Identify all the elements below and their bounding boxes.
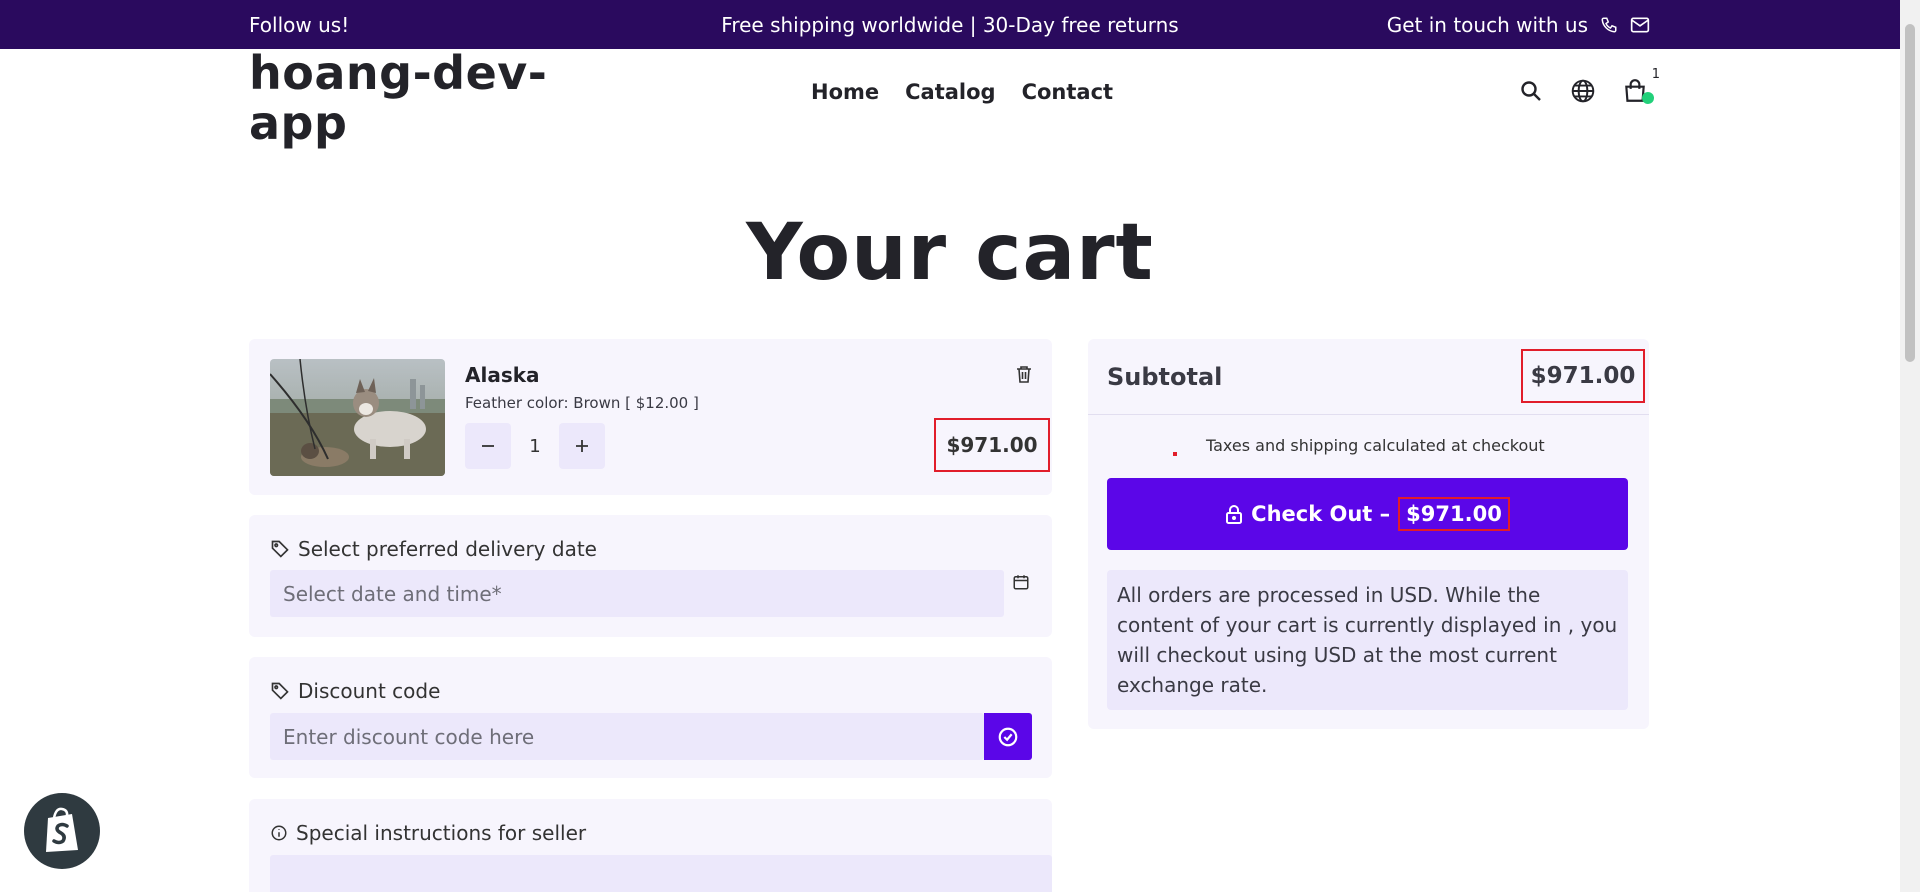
minus-icon [482,445,494,447]
page-scrollbar[interactable] [1900,0,1920,892]
mail-icon[interactable] [1630,16,1650,34]
increase-quantity-button[interactable] [559,423,605,469]
scrollbar-thumb[interactable] [1905,24,1915,362]
red-dot-marker [1173,452,1177,456]
phone-icon[interactable] [1600,16,1618,34]
discount-label-text: Discount code [298,679,441,703]
checkout-total: $971.00 [1398,497,1510,531]
main-nav: Home Catalog Contact [811,80,1113,104]
subtotal-value: $971.00 [1521,349,1645,403]
decrease-quantity-button[interactable] [465,423,511,469]
shopify-icon[interactable] [24,793,100,869]
quantity-value[interactable]: 1 [511,436,559,457]
subtotal-label: Subtotal [1107,363,1223,391]
cart-count: 1 [1651,67,1660,82]
delivery-date-card: Select preferred delivery date [249,515,1052,637]
special-instructions-textarea[interactable] [270,855,1052,892]
order-summary-card: Subtotal $971.00 Taxes and shipping calc… [1088,339,1649,729]
contact-group: Get in touch with us [1387,13,1650,37]
trash-icon[interactable] [1016,365,1032,387]
nav-catalog[interactable]: Catalog [905,80,995,104]
checkout-button[interactable]: Check Out – $971.00 [1107,478,1628,550]
discount-code-input[interactable] [270,713,984,760]
special-instructions-card: Special instructions for seller [249,799,1052,892]
apply-discount-button[interactable] [984,713,1032,760]
checkout-label: Check Out – [1251,502,1391,526]
tag-icon [271,540,289,558]
info-icon [271,825,287,841]
globe-icon[interactable] [1568,76,1598,106]
nav-home[interactable]: Home [811,80,879,104]
special-instructions-label: Special instructions for seller [270,821,586,845]
nav-contact[interactable]: Contact [1022,80,1114,104]
product-image[interactable] [270,359,445,476]
tag-icon [271,682,289,700]
cart-badge-dot [1642,92,1654,104]
delivery-date-label: Select preferred delivery date [270,537,597,561]
plus-icon [576,440,588,452]
discount-label: Discount code [270,679,440,703]
product-name[interactable]: Alaska [465,363,540,387]
lock-icon [1226,505,1243,524]
delivery-date-input[interactable] [270,570,1004,617]
calendar-icon[interactable] [1012,573,1030,595]
cart-item-card: Alaska Feather color: Brown [ $12.00 ] 1… [249,339,1052,495]
site-logo[interactable]: hoang-dev-app [249,48,569,148]
special-instructions-label-text: Special instructions for seller [296,821,587,845]
contact-link[interactable]: Get in touch with us [1387,13,1588,37]
subtotal-row: Subtotal $971.00 [1088,339,1649,415]
line-item-price: $971.00 [934,418,1050,472]
currency-note: All orders are processed in USD. While t… [1107,570,1628,710]
quantity-stepper: 1 [465,423,605,469]
delivery-date-label-text: Select preferred delivery date [298,537,597,561]
check-circle-icon [998,727,1018,746]
search-icon[interactable] [1516,76,1546,106]
product-variant: Feather color: Brown [ $12.00 ] [465,394,699,412]
discount-card: Discount code [249,657,1052,778]
header-icons: 1 [1516,67,1660,106]
announcement-bar: Follow us! Free shipping worldwide | 30-… [0,0,1900,49]
cart-icon[interactable]: 1 [1620,67,1660,106]
tax-note: Taxes and shipping calculated at checkou… [1206,436,1545,455]
page-title: Your cart [746,208,1154,298]
